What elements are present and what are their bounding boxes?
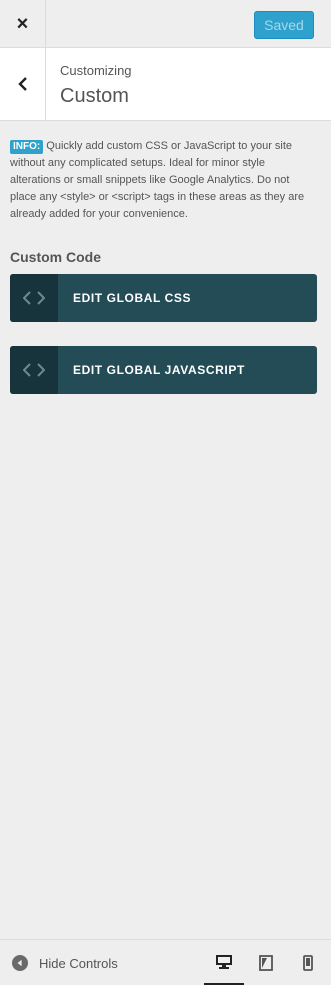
edit-global-css-button[interactable]: EDIT GLOBAL CSS	[10, 274, 317, 322]
chevron-left-icon	[17, 77, 27, 91]
info-badge: INFO:	[10, 140, 44, 154]
edit-global-javascript-button[interactable]: EDIT GLOBAL JAVASCRIPT	[10, 346, 317, 394]
back-button[interactable]	[0, 48, 46, 120]
saved-label: Saved	[264, 17, 304, 33]
info-text: Quickly add custom CSS or JavaScript to …	[10, 140, 305, 220]
code-icon-box	[10, 274, 58, 322]
edit-global-javascript-label: EDIT GLOBAL JAVASCRIPT	[73, 363, 245, 377]
code-icon-box	[10, 346, 58, 394]
saved-button[interactable]: Saved	[254, 11, 314, 39]
code-icon	[23, 363, 45, 377]
top-bar: × Saved	[0, 0, 331, 48]
section-title: Custom	[60, 85, 129, 107]
edit-global-css-label: EDIT GLOBAL CSS	[73, 291, 192, 305]
desktop-icon	[216, 954, 232, 969]
preview-desktop-button[interactable]	[204, 940, 244, 985]
close-button[interactable]: ×	[0, 0, 46, 48]
tablet-icon	[259, 955, 273, 971]
hide-controls-label: Hide Controls	[39, 955, 118, 971]
section-header: Customizing Custom	[0, 48, 331, 121]
hide-controls-button[interactable]: Hide Controls	[12, 940, 118, 985]
mobile-icon	[303, 955, 313, 971]
footer-bar: Hide Controls	[0, 939, 331, 985]
close-icon: ×	[16, 12, 29, 35]
preview-tablet-button[interactable]	[246, 940, 286, 985]
code-icon	[23, 291, 45, 305]
collapse-icon	[12, 955, 28, 971]
preview-mobile-button[interactable]	[288, 940, 328, 985]
custom-code-heading: Custom Code	[10, 249, 101, 265]
info-notice: INFO: Quickly add custom CSS or JavaScri…	[10, 138, 316, 223]
section-subtitle: Customizing	[60, 63, 132, 78]
